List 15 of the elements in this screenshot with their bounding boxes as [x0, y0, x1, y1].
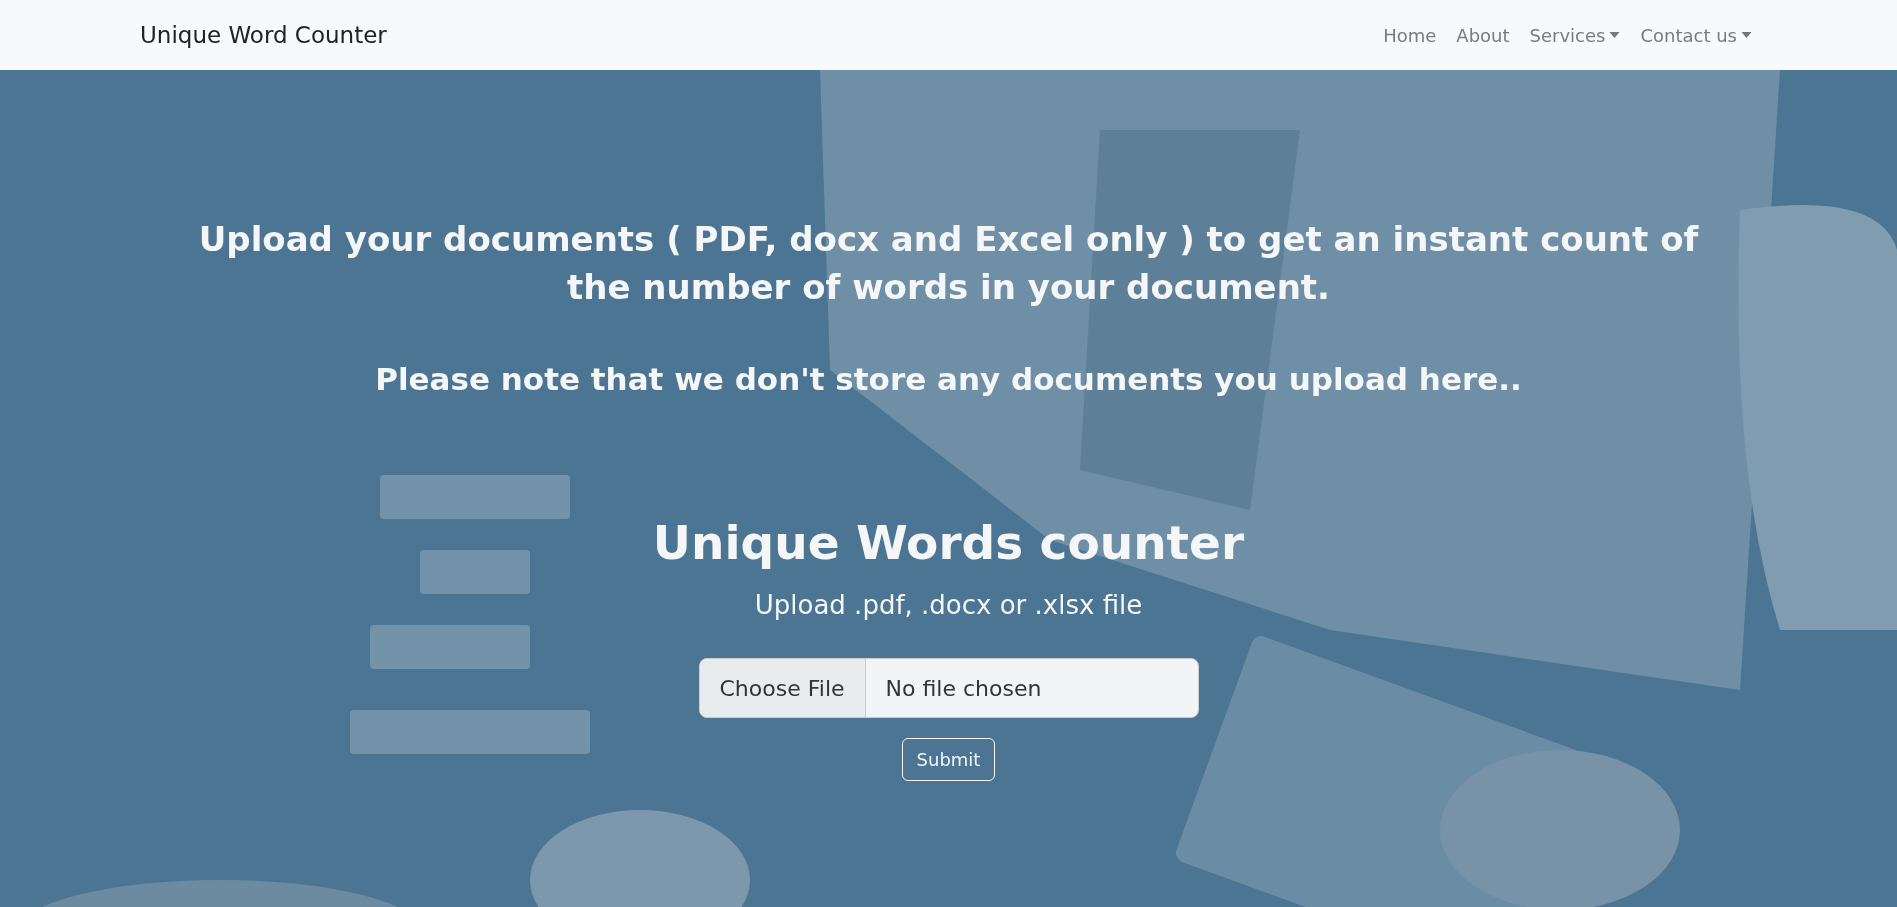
- submit-button[interactable]: Submit: [901, 738, 996, 781]
- caret-icon: [1609, 32, 1621, 38]
- nav-dropdown[interactable]: Services: [1529, 24, 1621, 46]
- file-status: No file chosen: [884, 675, 1042, 701]
- nav-link[interactable]: About: [1456, 24, 1510, 46]
- choose-file-button[interactable]: Choose File: [699, 659, 866, 717]
- subtitle: Upload .pdf, .docx or .xlsx file: [754, 590, 1143, 620]
- caret-icon: [1741, 32, 1752, 38]
- nav-dropdown[interactable]: Contact us: [1640, 24, 1752, 46]
- nav-link[interactable]: Home: [1383, 24, 1437, 46]
- note-text: Please note that we don't store any documents you upload here..: [375, 361, 1522, 397]
- file-input[interactable]: Choose File No file chosen: [698, 658, 1199, 718]
- intro-text: Upload your documents ( PDF, docx and Excel only ) to get an instant count of the number of words in your document.: [198, 218, 1699, 309]
- page-title: Unique Words counter: [652, 515, 1245, 570]
- brand-link[interactable]: Unique Word Counter: [140, 22, 387, 48]
